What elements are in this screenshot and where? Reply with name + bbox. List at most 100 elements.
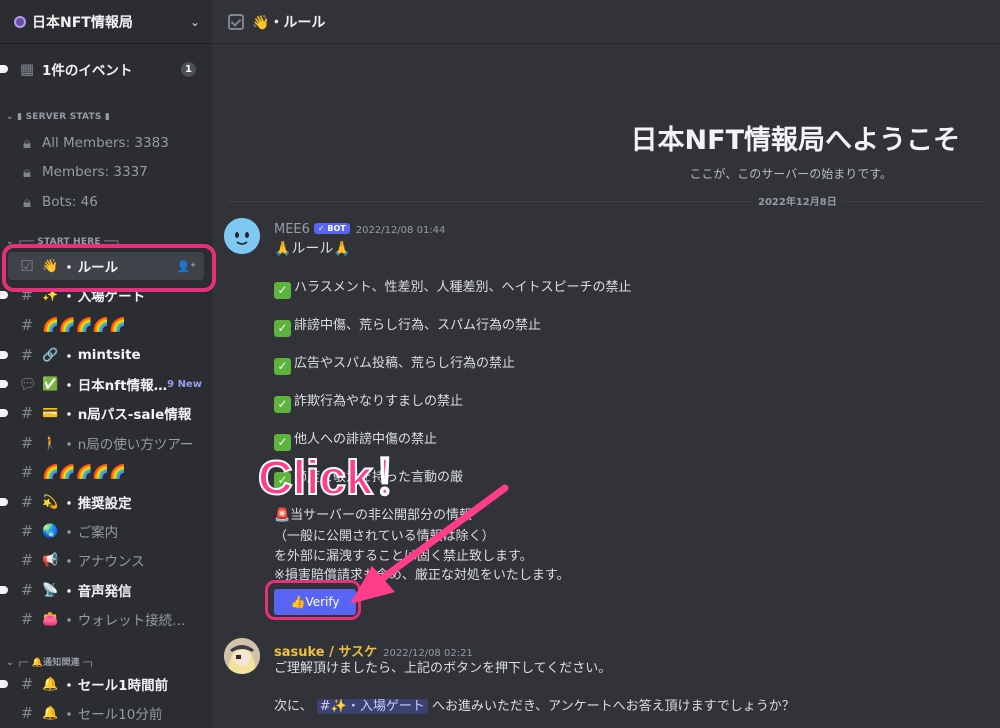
separator: ・ — [62, 260, 76, 276]
unread-indicator — [0, 380, 8, 388]
separator: ・ — [62, 349, 76, 365]
rule-line: ✓ 誹謗中傷、荒らし行為、スパム行為の禁止 — [274, 314, 541, 337]
events-count-badge: 1 — [181, 61, 196, 77]
channel-emoji: 📡 — [42, 582, 59, 598]
channel-wallet[interactable]: # 👛 ・ ウォレット接続… — [8, 605, 204, 633]
separator: ・ — [62, 613, 76, 629]
channel-mention[interactable]: #✨・入場ゲート — [316, 699, 428, 714]
notice-line: （一般に公開されている情報は除く） — [274, 529, 495, 544]
stat-channel-bots[interactable]: 🔒︎ Bots: 46 — [8, 188, 204, 216]
channel-name: セール10分前 — [77, 707, 163, 723]
chevron-down-icon[interactable]: ⌄ — [190, 15, 200, 29]
chevron-down-icon: ⌄ — [6, 658, 18, 668]
lock-icon: 🔒︎ — [23, 134, 31, 152]
separator: ・ — [62, 437, 76, 453]
category-start-here[interactable]: ⌄ ┌── START HERE ──┐ — [6, 237, 121, 247]
text-segment: 次に、 — [274, 699, 313, 714]
channel-recommended-settings[interactable]: # 💫 ・ 推奨設定 — [0, 488, 204, 516]
channel-rainbow-2[interactable]: # 🌈🌈🌈🌈🌈 — [8, 458, 204, 486]
rule-text: 広告やスパム投稿、荒らし行為の禁止 — [294, 356, 516, 371]
channel-emoji: ✅ — [42, 376, 59, 392]
channel-pass-sale[interactable]: # 💳 ・ n局パス-sale情報 — [0, 399, 204, 427]
check-icon: ✓ — [274, 358, 291, 375]
hashtag-icon: # — [20, 610, 34, 628]
hashtag-icon: # — [20, 286, 34, 304]
channel-guide[interactable]: # 🌏 ・ ご案内 — [8, 517, 204, 545]
stat-label: Members: 3337 — [42, 164, 148, 180]
author-name[interactable]: MEE6 — [274, 222, 310, 237]
channel-sale-10m[interactable]: # 🔔 ・ セール10分前 — [8, 699, 204, 727]
bot-tag: ✓ BOT — [313, 223, 350, 234]
channel-header: 👋・ルール — [212, 0, 1000, 44]
rule-line: ✓ 詐欺行為やなりすましの禁止 — [274, 390, 463, 413]
avatar[interactable] — [224, 218, 260, 254]
hashtag-icon: # — [20, 493, 34, 511]
events-label: 1件のイベント — [42, 63, 133, 79]
server-header[interactable]: 日本NFT情報局 ⌄ — [0, 0, 212, 44]
channel-emoji: 🌏 — [42, 523, 59, 539]
welcome-title: 日本NFT情報局へようこそ — [630, 125, 960, 156]
channel-rainbow-1[interactable]: # 🌈🌈🌈🌈🌈 — [8, 311, 204, 339]
category-notify[interactable]: ⌄ ┌─ 🔔通知関連 ─┐ — [6, 655, 94, 668]
channel-name: 入場ゲート — [77, 289, 146, 305]
stat-channel-members[interactable]: 🔒︎ Members: 3337 — [8, 158, 204, 186]
channel-japan-nft-info[interactable]: 💬︎ ✅ ・ 日本nft情報… 9 New — [0, 370, 204, 398]
server-icon — [14, 15, 26, 28]
channel-name: 推奨設定 — [77, 496, 132, 512]
chevron-down-icon: ⌄ — [6, 237, 18, 247]
notice-line: ※損害賠償請求も含め、厳正な対処をいたします。 — [274, 568, 570, 583]
category-server-stats[interactable]: ⌄ ▮ SERVER STATS ▮ — [6, 112, 110, 122]
channel-rules[interactable]: ☑ 👋 ・ ルール 👤⁺ — [8, 252, 204, 280]
hashtag-icon: # — [20, 522, 34, 540]
rule-text: 詐欺行為やなりすましの禁止 — [294, 394, 464, 409]
stat-channel-all-members[interactable]: 🔒︎ All Members: 3383 — [8, 129, 204, 157]
add-user-icon[interactable]: 👤⁺ — [176, 260, 196, 273]
unread-indicator — [0, 409, 8, 417]
chat-area: 👋・ルール 日本NFT情報局へようこそ ここが、このサーバーの始まりです。 20… — [212, 0, 1000, 728]
channel-name: mintsite — [77, 347, 141, 363]
channel-emoji: 👋 — [42, 258, 59, 274]
server-name: 日本NFT情報局 — [32, 14, 133, 31]
timestamp: 2022/12/08 01:44 — [355, 225, 446, 236]
hashtag-icon: # — [20, 675, 34, 693]
channel-sale-1h[interactable]: # 🔔 ・ セール1時間前 — [0, 670, 204, 698]
check-icon: ✓ — [274, 282, 291, 299]
channel-emoji: 🚶 — [42, 435, 59, 451]
channel-name: 音声発信 — [77, 584, 132, 600]
hashtag-icon: # — [20, 551, 34, 569]
date-divider — [228, 201, 984, 202]
chevron-down-icon: ⌄ — [6, 112, 18, 122]
lock-icon: 🔒︎ — [23, 163, 31, 181]
rule-line: ✓ 広告やスパム投稿、荒らし行為の禁止 — [274, 352, 515, 375]
forum-icon: 💬︎ — [18, 375, 38, 393]
verify-button[interactable]: 👍Verify — [274, 589, 356, 615]
channel-name: ウォレット接続… — [77, 613, 186, 629]
channel-entrance-gate[interactable]: # ✨ ・ 入場ゲート — [0, 281, 204, 309]
channel-emoji: 📢 — [42, 552, 59, 568]
channel-voice[interactable]: # 📡 ・ 音声発信 — [0, 576, 204, 604]
channel-announce[interactable]: # 📢 ・ アナウンス — [8, 546, 204, 574]
channel-emoji: ✨ — [42, 287, 59, 303]
channel-tour[interactable]: # 🚶 ・ n局の使い方ツアー — [8, 429, 204, 457]
channel-name: 🌈🌈🌈🌈🌈 — [42, 464, 127, 480]
separator: ・ — [62, 554, 76, 570]
channel-emoji: 💫 — [42, 494, 59, 510]
separator: ・ — [62, 707, 76, 723]
separator: ・ — [62, 584, 76, 600]
notice-line: を外部に漏洩することは固く禁止致します。 — [274, 549, 533, 564]
welcome-subtitle: ここが、このサーバーの始まりです。 — [689, 167, 892, 181]
separator: ・ — [62, 525, 76, 541]
unread-indicator — [0, 65, 8, 73]
message-header: MEE6 ✓ BOT 2022/12/08 01:44 — [274, 222, 445, 237]
events-item[interactable]: ▦ 1件のイベント 1 — [0, 55, 204, 83]
message-text: 次に、 #✨・入場ゲート へお進みいただき、アンケートへお答え頂けますでしょうか… — [274, 695, 795, 714]
rules-checkbox-icon — [228, 13, 244, 30]
lock-icon: 🔒︎ — [23, 193, 31, 211]
channel-mintsite[interactable]: # 🔗 ・ mintsite — [0, 341, 204, 369]
message-heading: 🙏ルール🙏 — [274, 241, 351, 257]
avatar[interactable] — [224, 638, 260, 674]
channel-name: n局の使い方ツアー — [77, 437, 194, 453]
rule-line: ✓ ハラスメント、性差別、人種差別、ヘイトスピーチの禁止 — [274, 276, 631, 299]
hashtag-icon: # — [20, 581, 34, 599]
channel-name: 🌈🌈🌈🌈🌈 — [42, 317, 127, 333]
